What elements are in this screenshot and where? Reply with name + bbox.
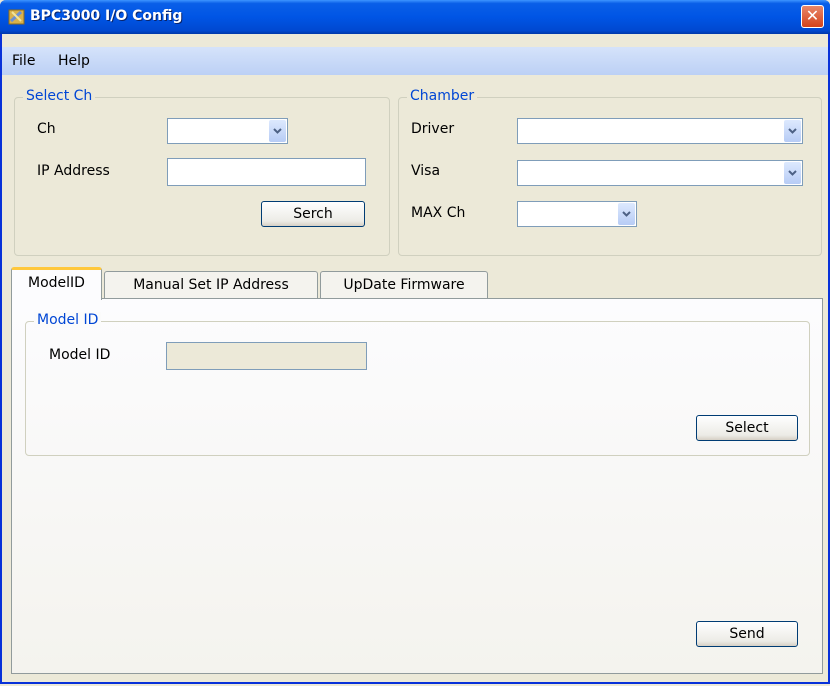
tab-manual-set-ip-address[interactable]: Manual Set IP Address — [104, 271, 318, 299]
model-id-field — [166, 342, 367, 370]
close-button[interactable]: ✕ — [801, 5, 824, 28]
model-id-legend: Model ID — [34, 312, 102, 328]
window-title: BPC3000 I/O Config — [30, 8, 183, 24]
chevron-down-icon — [273, 128, 282, 134]
title-bar[interactable]: BPC3000 I/O Config ✕ — [0, 0, 830, 34]
select-ch-legend: Select Ch — [23, 88, 96, 104]
send-button[interactable]: Send — [696, 621, 798, 647]
menu-bar: File Help — [2, 47, 828, 75]
driver-label: Driver — [411, 121, 455, 137]
ch-select[interactable] — [167, 118, 288, 144]
tab-update-firmware[interactable]: UpDate Firmware — [320, 271, 488, 299]
ip-address-label: IP Address — [37, 163, 110, 179]
driver-select[interactable] — [517, 118, 803, 144]
menu-help[interactable]: Help — [58, 53, 90, 69]
chevron-down-icon — [622, 211, 631, 217]
model-id-label: Model ID — [49, 347, 111, 363]
visa-label: Visa — [411, 163, 441, 179]
visa-dropdown-button[interactable] — [784, 162, 801, 184]
visa-select[interactable] — [517, 160, 803, 186]
max-ch-select[interactable] — [517, 201, 637, 227]
driver-dropdown-button[interactable] — [784, 120, 801, 142]
ch-dropdown-button[interactable] — [269, 120, 286, 142]
select-button[interactable]: Select — [696, 415, 798, 441]
close-icon: ✕ — [805, 6, 820, 25]
ch-label: Ch — [37, 121, 56, 137]
search-button[interactable]: Serch — [261, 201, 365, 227]
chevron-down-icon — [788, 128, 797, 134]
model-id-group: Model ID — [25, 312, 810, 456]
menu-file[interactable]: File — [12, 53, 35, 69]
max-ch-dropdown-button[interactable] — [618, 203, 635, 225]
chevron-down-icon — [788, 170, 797, 176]
max-ch-label: MAX Ch — [411, 205, 466, 221]
chamber-legend: Chamber — [407, 88, 478, 104]
app-icon — [8, 8, 26, 26]
ip-address-input[interactable] — [167, 158, 366, 186]
tab-modelid[interactable]: ModelID — [11, 267, 102, 300]
